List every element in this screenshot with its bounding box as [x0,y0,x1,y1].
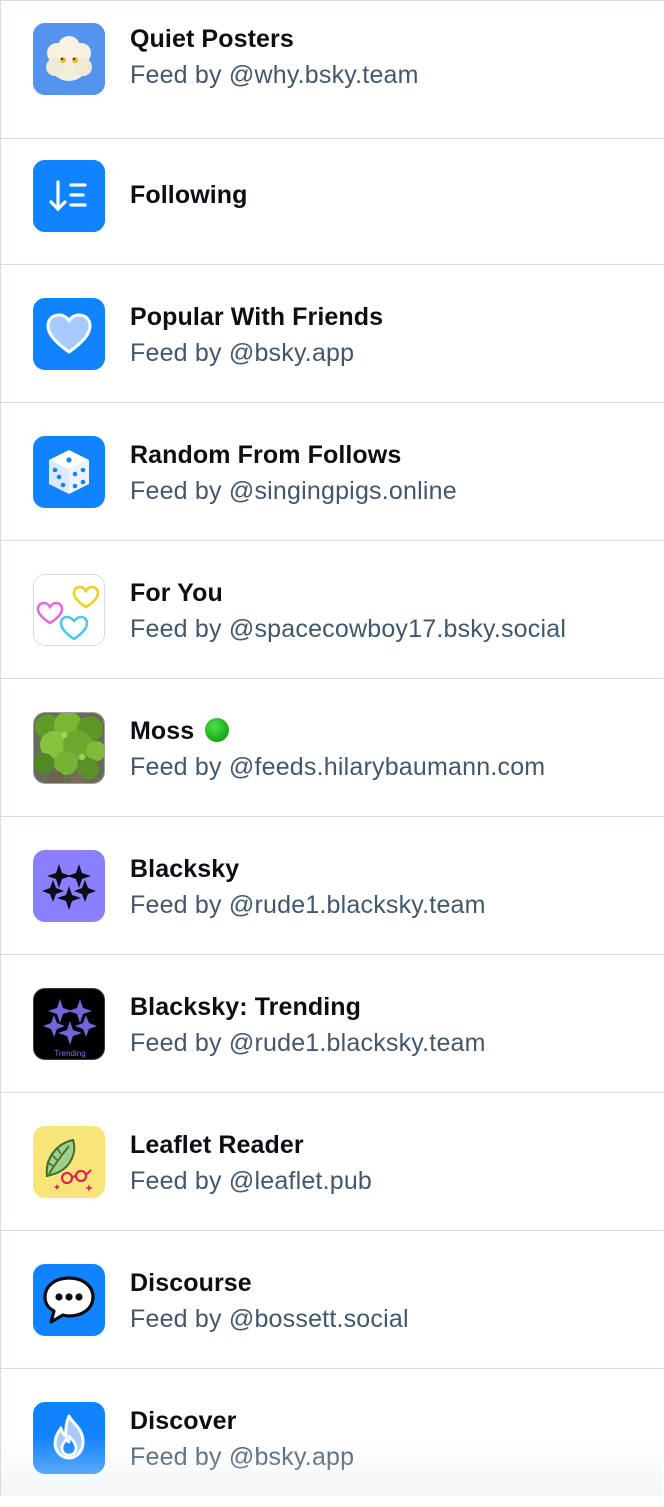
feed-row-discover[interactable]: Discover Feed by @bsky.app [1,1369,663,1507]
cloud-face-icon [33,23,105,95]
feed-row-blacksky-trending[interactable]: Trending Blacksky: Trending Feed by @rud… [1,955,663,1093]
feed-title: For You [130,579,223,607]
feed-subtitle: Feed by @leaflet.pub [130,1167,373,1195]
feed-title: Discourse [130,1269,252,1297]
flame-icon [33,1402,105,1474]
feed-title: Discover [130,1407,237,1435]
leaf-glasses-icon [33,1126,105,1198]
feed-row-random-from-follows[interactable]: Random From Follows Feed by @singingpigs… [1,403,663,541]
feed-row-following[interactable]: Following [1,127,663,265]
feed-list: Quiet Posters Feed by @why.bsky.team Fol… [0,0,663,1496]
feed-row-for-you[interactable]: For You Feed by @spacecowboy17.bsky.soci… [1,541,663,679]
sparkle-stars-trending-icon: Trending [33,988,105,1060]
feed-title: Quiet Posters [130,25,294,53]
feed-title: Leaflet Reader [130,1131,304,1159]
feed-title: Blacksky [130,855,240,883]
feed-row-moss[interactable]: Moss Feed by @feeds.hilarybaumann.com [1,679,663,817]
feed-row-leaflet-reader[interactable]: Leaflet Reader Feed by @leaflet.pub [1,1093,663,1231]
feed-subtitle: Feed by @bsky.app [130,339,355,367]
dice-icon [33,436,105,508]
feed-row-blacksky[interactable]: Blacksky Feed by @rude1.blacksky.team [1,817,663,955]
feed-subtitle: Feed by @feeds.hilarybaumann.com [130,753,546,781]
feed-subtitle: Feed by @bossett.social [130,1305,409,1333]
feed-title: Random From Follows [130,441,402,469]
feed-title: Moss [130,717,230,746]
three-hearts-icon [33,574,105,646]
feed-title: Following [130,181,248,209]
speech-bubble-icon [33,1264,105,1336]
feed-row-discourse[interactable]: Discourse Feed by @bossett.social [1,1231,663,1369]
trending-icon-label: Trending [54,1049,85,1058]
feed-row-popular-with-friends[interactable]: Popular With Friends Feed by @bsky.app [1,265,663,403]
sort-list-icon [33,160,105,232]
feed-subtitle: Feed by @rude1.blacksky.team [130,1029,486,1057]
green-circle-emoji [205,718,230,742]
feed-title-text: Moss [130,717,195,745]
feed-subtitle: Feed by @bsky.app [130,1443,355,1471]
feed-title: Popular With Friends [130,303,384,331]
moss-photo-icon [33,712,105,784]
feed-subtitle: Feed by @why.bsky.team [130,61,419,89]
feed-subtitle: Feed by @spacecowboy17.bsky.social [130,615,567,643]
heart-icon [33,298,105,370]
feed-subtitle: Feed by @rude1.blacksky.team [130,891,486,919]
feed-subtitle: Feed by @singingpigs.online [130,477,457,505]
sparkle-stars-icon [33,850,105,922]
feed-title: Blacksky: Trending [130,993,362,1021]
feed-row-quiet-posters[interactable]: Quiet Posters Feed by @why.bsky.team [1,1,663,139]
